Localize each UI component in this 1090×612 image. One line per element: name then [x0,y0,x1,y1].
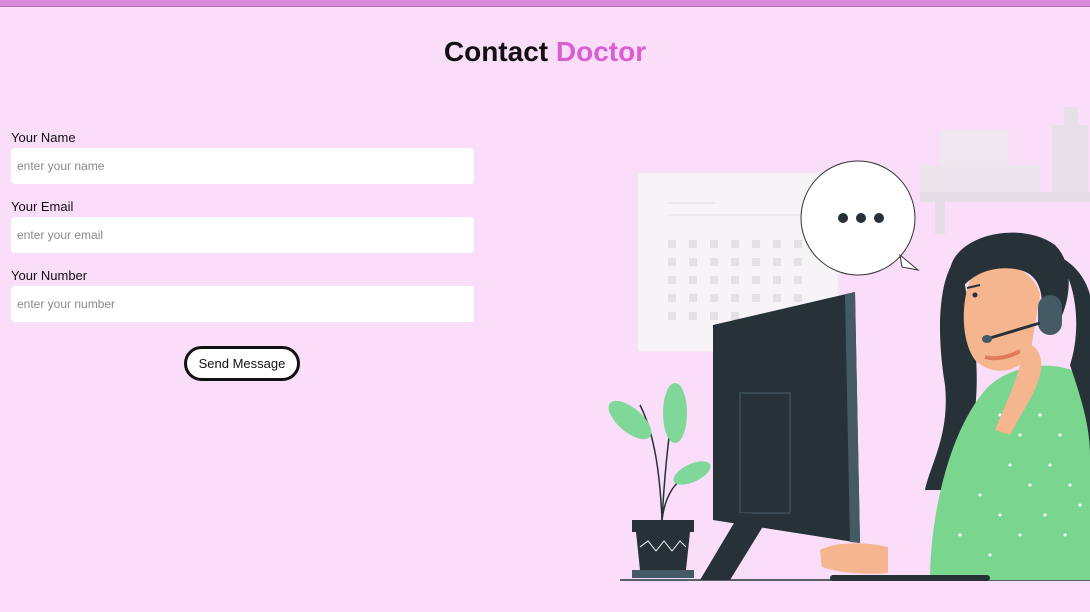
number-input[interactable] [11,286,474,322]
contact-form: Your Name Your Email Your Number [11,130,474,337]
support-agent-illustration [608,107,1090,581]
name-field-group: Your Name [11,130,474,184]
title-contact: Contact [443,36,549,67]
support-agent-icon [820,232,1090,581]
number-field-group: Your Number [11,268,474,322]
email-input[interactable] [11,217,474,253]
name-input[interactable] [11,148,474,184]
title-doctor: Doctor [555,36,647,67]
email-field-group: Your Email [11,199,474,253]
name-label: Your Name [11,130,76,145]
page-title: Contact Doctor [0,36,1090,68]
monitor-icon [700,292,860,580]
number-label: Your Number [11,268,88,283]
plant-icon [608,383,711,578]
top-accent-bar [0,0,1090,7]
email-label: Your Email [11,199,74,214]
speech-bubble-icon [800,160,920,276]
send-message-button[interactable]: Send Message [184,346,300,381]
shelf-icon [920,107,1090,234]
